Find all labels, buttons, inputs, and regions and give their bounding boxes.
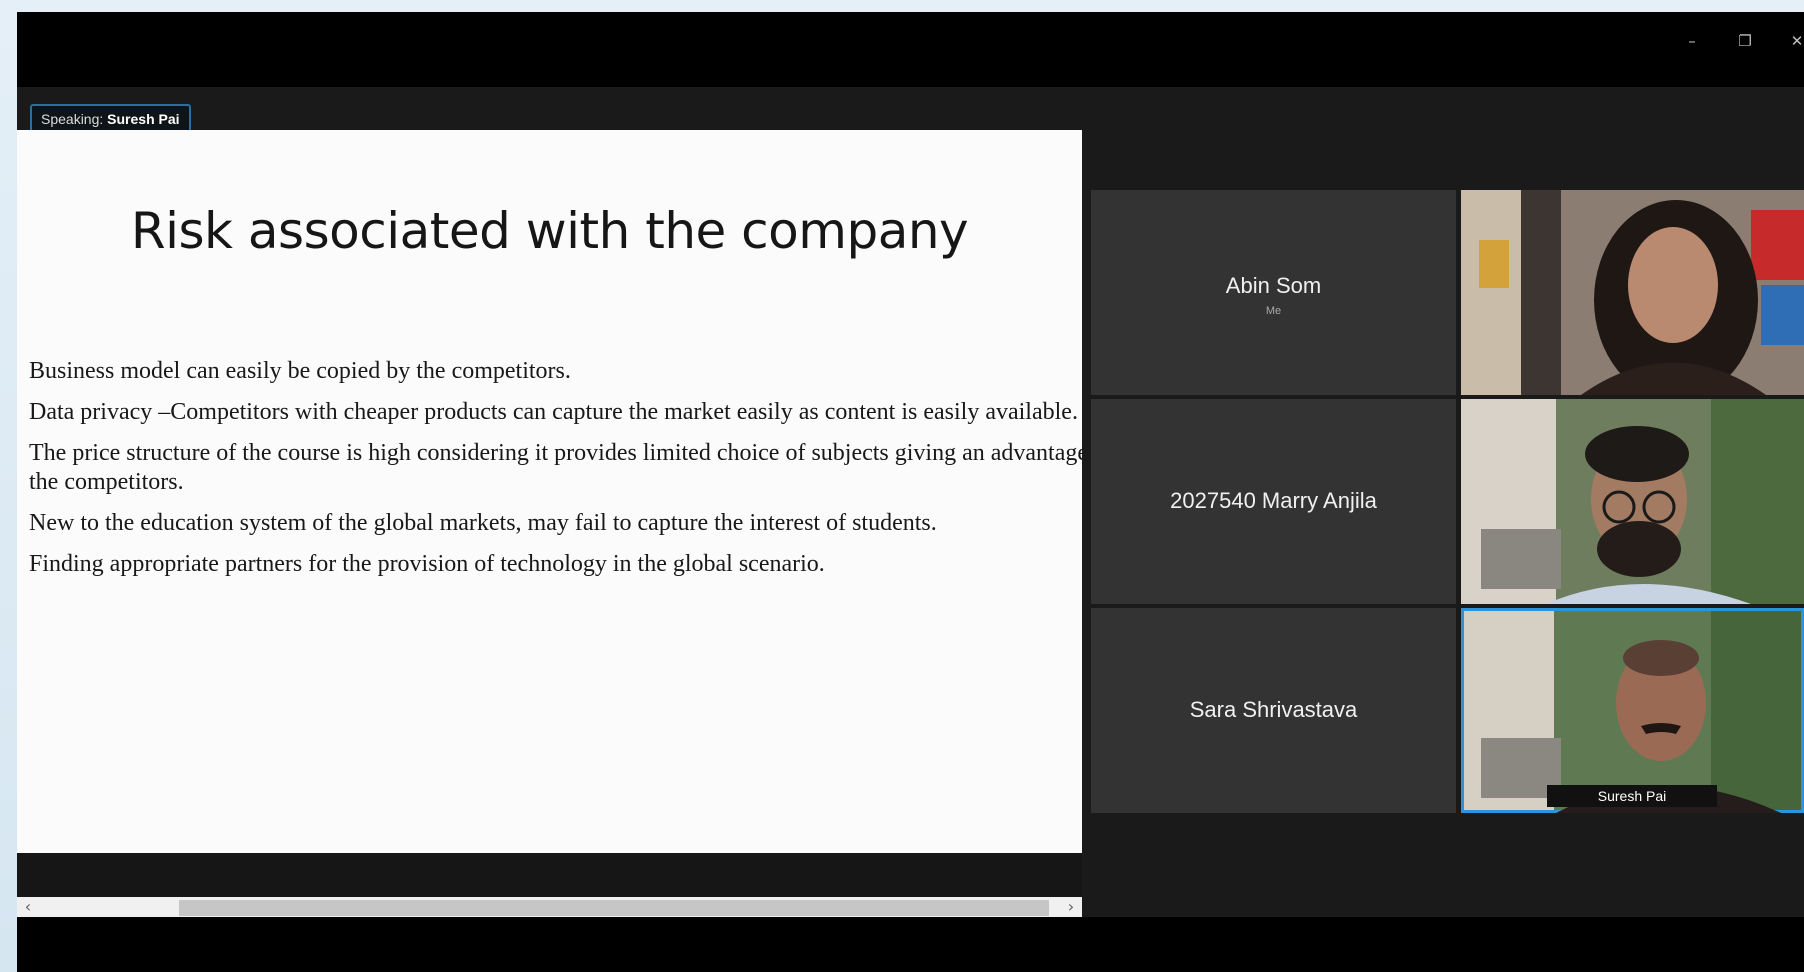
active-speaker-tile[interactable]: Suresh Pai — [1461, 608, 1804, 813]
speaking-name: Suresh Pai — [107, 111, 180, 127]
participant-name: Abin Som — [1225, 273, 1322, 298]
scroll-left-icon[interactable]: ‹ — [17, 897, 39, 919]
participant-tile-abin-som[interactable]: Abin Som Me — [1091, 190, 1456, 395]
slide-bullet: Business model can easily be copied by t… — [29, 358, 571, 384]
close-icon[interactable]: ✕ — [1782, 26, 1804, 56]
slide-bullet: The price structure of the course is hig… — [29, 440, 1082, 495]
slide-bullet: New to the education system of the globa… — [29, 510, 937, 536]
scroll-right-icon[interactable]: › — [1060, 897, 1082, 919]
slide-bullet-list: Business model can easily be copied by t… — [29, 357, 1082, 591]
participant-name: 2027540 Marry Anjila — [1170, 488, 1377, 513]
speaker-name-tag: Suresh Pai — [1547, 785, 1717, 807]
bottom-bar — [17, 917, 1804, 972]
participant-name: Sara Shrivastava — [1189, 697, 1358, 722]
share-toolbar-area — [17, 853, 1082, 897]
meeting-window: – ❐ ✕ Speaking: Suresh Pai Risk associat… — [17, 12, 1804, 972]
minimize-icon[interactable]: – — [1677, 26, 1707, 56]
participant-video-image — [1461, 399, 1804, 604]
participant-tile-marry-anjila[interactable]: 2027540 Marry Anjila — [1091, 399, 1456, 604]
participant-video-tile[interactable] — [1461, 399, 1804, 604]
speaking-label: Speaking: — [41, 111, 104, 127]
slide-bullet: Data privacy –Competitors with cheaper p… — [29, 399, 1078, 425]
shared-slide[interactable]: Risk associated with the company Busines… — [17, 130, 1082, 853]
participant-tile-sara-shrivastava[interactable]: Sara Shrivastava — [1091, 608, 1456, 813]
title-bar: – ❐ ✕ — [17, 12, 1804, 87]
meeting-content: Speaking: Suresh Pai Risk associated wit… — [17, 87, 1804, 919]
participant-video-image — [1464, 611, 1801, 813]
scrollbar-thumb[interactable] — [179, 900, 1049, 916]
horizontal-scrollbar[interactable]: ‹ › — [17, 897, 1082, 919]
participant-gallery: Abin Som Me 2027540 Marry Anjila Sara Sh… — [1091, 190, 1804, 813]
participant-video-tile[interactable] — [1461, 190, 1804, 395]
slide-title: Risk associated with the company — [130, 202, 969, 260]
participant-me-label: Me — [1265, 305, 1282, 317]
restore-icon[interactable]: ❐ — [1730, 26, 1760, 56]
slide-bullet: Finding appropriate partners for the pro… — [29, 551, 825, 577]
participant-video-image — [1461, 190, 1804, 395]
